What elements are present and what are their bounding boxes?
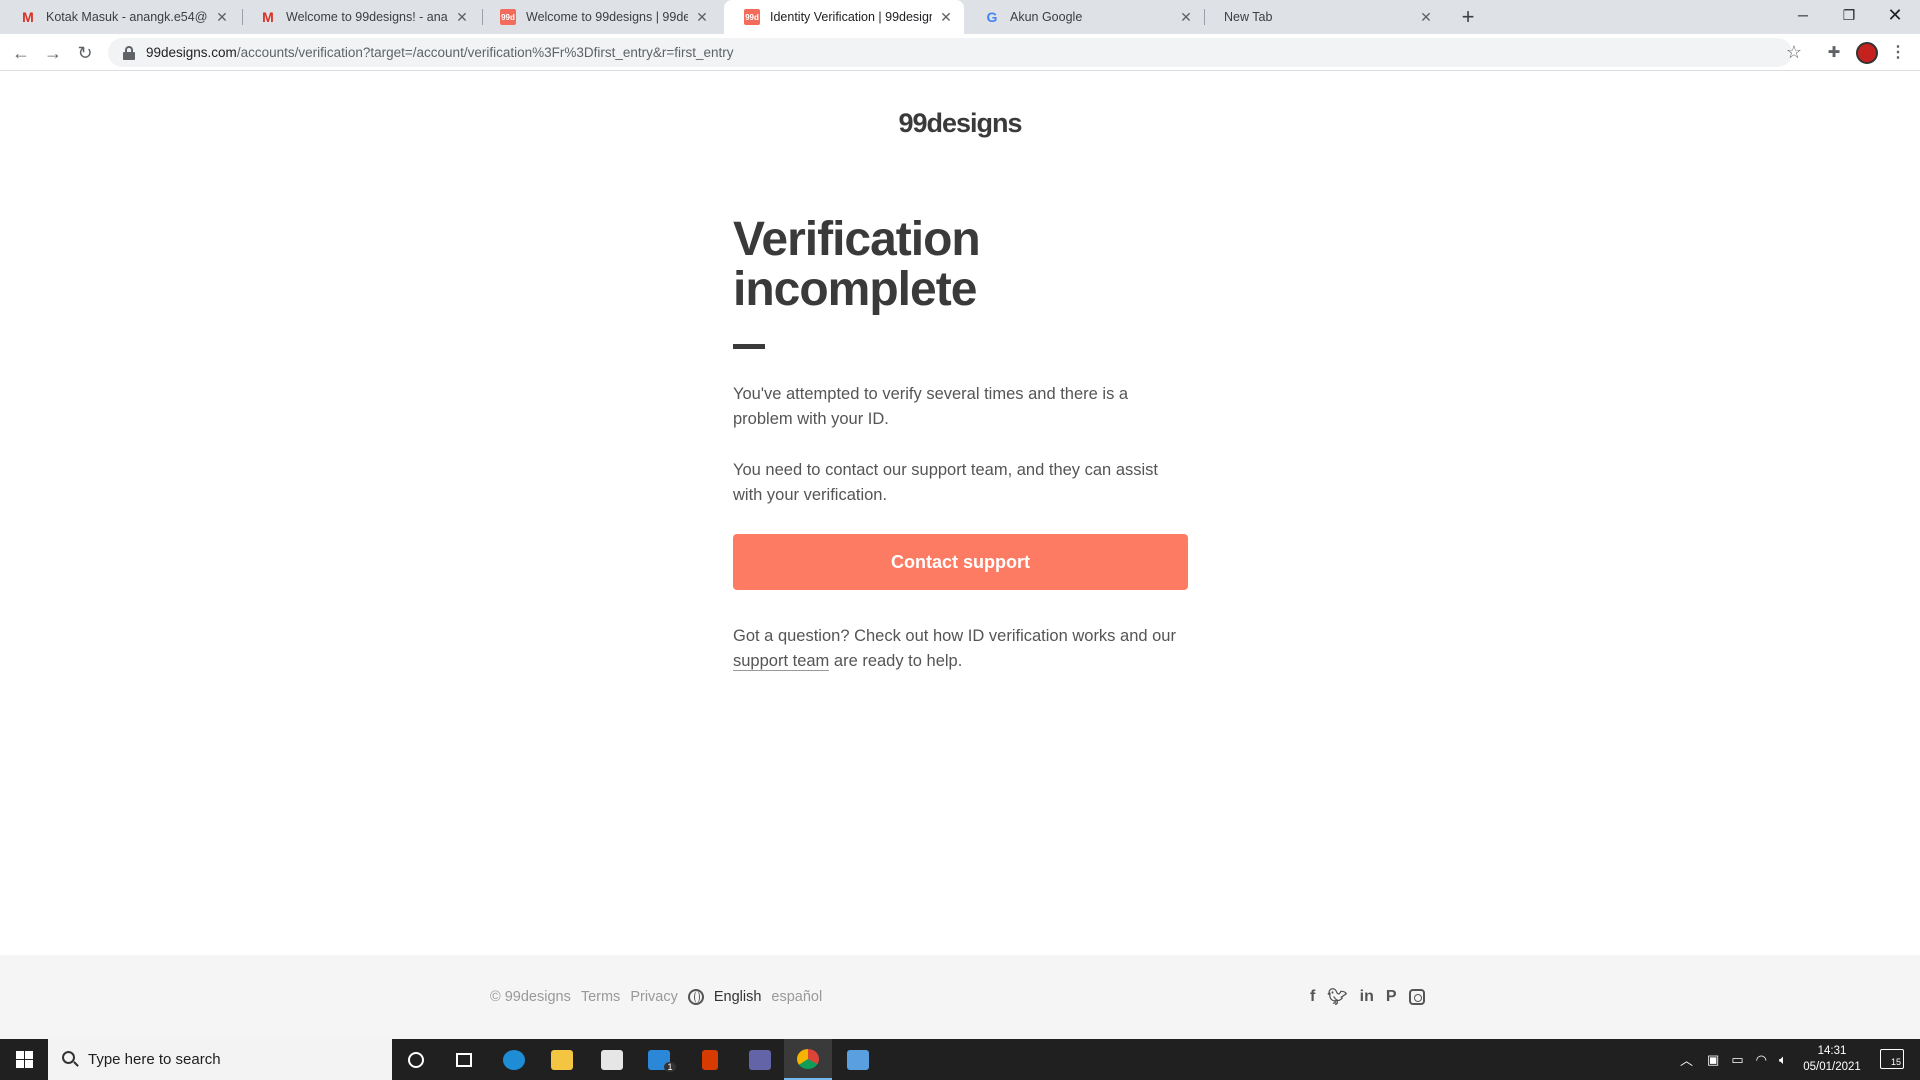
help-text-suffix: are ready to help. xyxy=(829,652,963,670)
action-center-icon[interactable]: 15 xyxy=(1880,1049,1904,1069)
cortana-icon[interactable] xyxy=(392,1039,440,1080)
tab-new-tab[interactable]: New Tab ✕ xyxy=(1204,0,1444,34)
close-icon[interactable]: ✕ xyxy=(694,9,710,26)
tab-title: Identity Verification | 99designs xyxy=(770,10,932,24)
task-view-icon[interactable] xyxy=(440,1039,488,1080)
profile-avatar[interactable] xyxy=(1856,42,1878,64)
contact-instruction: You need to contact our support team, an… xyxy=(733,461,1158,504)
photos-icon[interactable] xyxy=(834,1039,882,1080)
start-button[interactable] xyxy=(0,1039,48,1080)
system-clock[interactable]: 14:31 05/01/2021 xyxy=(1788,1043,1876,1075)
minimize-button[interactable]: ─ xyxy=(1780,0,1826,30)
taskbar-search[interactable]: Type here to search xyxy=(48,1039,392,1080)
contact-support-button[interactable]: Contact support xyxy=(733,534,1188,590)
tab-title: Welcome to 99designs! - anangk.e54@gmail… xyxy=(286,10,448,24)
volume-icon[interactable]: 🔈︎ xyxy=(1779,1052,1787,1068)
tab-akun-google[interactable]: G Akun Google ✕ xyxy=(964,0,1204,34)
copyright: © 99designs xyxy=(490,989,571,1005)
url-path: /accounts/verification?target=/account/v… xyxy=(236,45,734,60)
bookmark-star-icon[interactable]: ☆ xyxy=(1782,40,1806,64)
browser-menu-icon[interactable]: ⋮ xyxy=(1886,40,1910,64)
gmail-icon: M xyxy=(22,9,34,25)
instagram-icon[interactable] xyxy=(1408,989,1425,1005)
close-icon[interactable]: ✕ xyxy=(938,9,954,26)
back-button[interactable]: ← xyxy=(8,40,34,66)
teams-icon[interactable] xyxy=(736,1039,784,1080)
mail-icon[interactable]: 1 xyxy=(638,1039,686,1080)
browser-tab-strip: M Kotak Masuk - anangk.e54@gmail.com ✕ M… xyxy=(0,0,1920,34)
meet-now-icon[interactable]: ▣ xyxy=(1707,1052,1719,1068)
tab-title: New Tab xyxy=(1224,10,1273,24)
edge-icon[interactable] xyxy=(490,1039,538,1080)
title-divider xyxy=(733,344,765,349)
taskbar-search-placeholder: Type here to search xyxy=(88,1051,221,1068)
99designs-icon: 99d xyxy=(500,9,516,25)
url-host: 99designs.com xyxy=(146,45,237,60)
close-window-button[interactable]: ✕ xyxy=(1872,0,1918,30)
windows-logo-icon xyxy=(15,1051,33,1068)
extensions-puzzle-icon[interactable]: ✚ xyxy=(1822,40,1846,64)
system-tray: ︿ ▣ ▭ ◠ 🔈︎ xyxy=(1680,1039,1787,1080)
close-icon[interactable]: ✕ xyxy=(214,9,230,26)
lock-icon[interactable] xyxy=(122,45,136,60)
address-bar[interactable]: 99designs.com/accounts/verification?targ… xyxy=(108,38,1792,67)
clock-time: 14:31 xyxy=(1817,1045,1847,1057)
support-team-link[interactable]: support team xyxy=(733,652,830,671)
new-tab-button[interactable]: + xyxy=(1454,3,1482,31)
gmail-icon: M xyxy=(262,9,274,25)
site-logo[interactable]: 99designs xyxy=(0,108,1920,139)
page-title: Verification incomplete xyxy=(733,215,1188,315)
browser-toolbar: ← → ↻ 99designs.com/accounts/verificatio… xyxy=(0,34,1920,71)
close-icon[interactable]: ✕ xyxy=(1178,9,1194,26)
tab-gmail-inbox[interactable]: M Kotak Masuk - anangk.e54@gmail.com ✕ xyxy=(0,0,240,34)
language-espanol[interactable]: español xyxy=(771,989,822,1005)
tab-title: Welcome to 99designs | 99designs xyxy=(526,10,688,24)
problem-message: You've attempted to verify several times… xyxy=(733,385,1129,428)
help-text-prefix: Got a question? Check out how ID verific… xyxy=(733,627,1176,645)
windows-taskbar: Type here to search 1 ︿ ▣ ▭ ◠ 🔈︎ 14:31 0… xyxy=(0,1039,1920,1080)
restore-button[interactable]: ❐ xyxy=(1826,0,1872,30)
tab-identity-verification[interactable]: 99d Identity Verification | 99designs ✕ xyxy=(724,0,964,34)
linkedin-icon[interactable]: in xyxy=(1360,988,1374,1006)
verification-panel: Verification incomplete You've attempted… xyxy=(733,215,1188,674)
battery-icon[interactable]: ▭ xyxy=(1731,1052,1743,1068)
facebook-icon[interactable]: f xyxy=(1310,988,1315,1006)
forward-button[interactable]: → xyxy=(40,40,66,66)
search-icon xyxy=(62,1051,75,1064)
office-icon[interactable] xyxy=(686,1039,734,1080)
privacy-link[interactable]: Privacy xyxy=(630,989,678,1005)
notification-count: 15 xyxy=(1890,1057,1901,1067)
wifi-icon[interactable]: ◠ xyxy=(1756,1052,1767,1068)
close-icon[interactable]: ✕ xyxy=(454,9,470,26)
99designs-icon: 99d xyxy=(744,9,760,25)
file-explorer-icon[interactable] xyxy=(538,1039,586,1080)
page-title-line2: incomplete xyxy=(733,263,977,316)
site-footer: © 99designs Terms Privacy English españo… xyxy=(0,955,1920,1039)
help-text: Got a question? Check out how ID verific… xyxy=(733,624,1188,674)
social-links: f 🐦︎ in P xyxy=(1310,987,1425,1007)
reload-button[interactable]: ↻ xyxy=(72,40,98,66)
tab-99designs-welcome[interactable]: 99d Welcome to 99designs | 99designs ✕ xyxy=(480,0,720,34)
page-title-line1: Verification xyxy=(733,213,981,266)
mail-badge: 1 xyxy=(664,1061,676,1072)
chrome-icon[interactable] xyxy=(784,1039,832,1080)
tab-title: Akun Google xyxy=(1010,10,1083,24)
chevron-up-icon[interactable]: ︿ xyxy=(1680,1050,1693,1069)
store-icon[interactable] xyxy=(588,1039,636,1080)
google-icon: G xyxy=(986,9,998,25)
footer-links: © 99designs Terms Privacy English españo… xyxy=(490,989,832,1005)
close-icon[interactable]: ✕ xyxy=(1418,9,1434,26)
globe-icon xyxy=(687,989,704,1005)
terms-link[interactable]: Terms xyxy=(581,989,620,1005)
twitter-icon[interactable]: 🐦︎ xyxy=(1327,987,1347,1007)
tab-gmail-welcome[interactable]: M Welcome to 99designs! - anangk.e54@gma… xyxy=(240,0,480,34)
tab-title: Kotak Masuk - anangk.e54@gmail.com xyxy=(46,10,208,24)
clock-date: 05/01/2021 xyxy=(1803,1061,1861,1073)
language-english[interactable]: English xyxy=(714,989,762,1005)
pinterest-icon[interactable]: P xyxy=(1386,988,1397,1006)
